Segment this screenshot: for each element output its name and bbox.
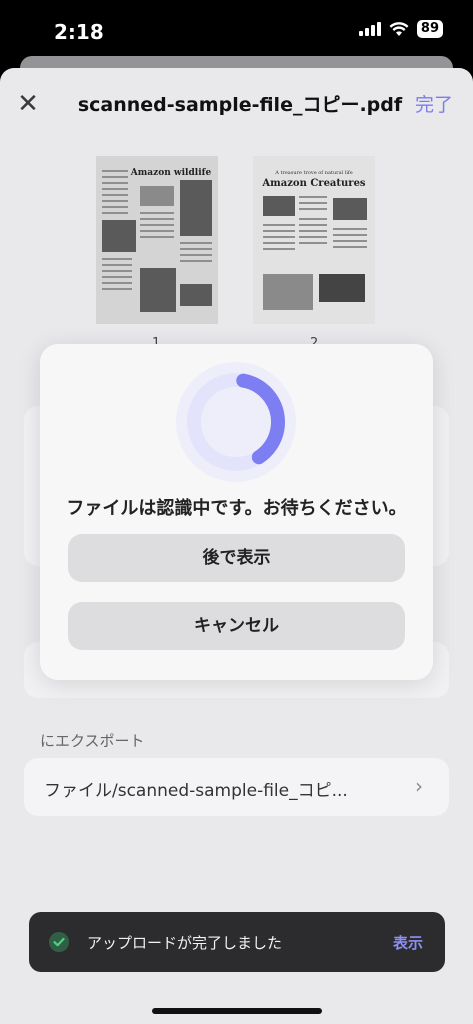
toast-view-button[interactable]: 表示	[393, 932, 423, 953]
status-time: 2:18	[54, 20, 104, 44]
battery-indicator: 89	[416, 20, 443, 38]
home-indicator[interactable]	[152, 1008, 322, 1014]
cellular-signal-icon	[358, 22, 381, 36]
dialog-message: ファイルは認識中です。お待ちください。	[66, 498, 407, 519]
upload-toast: アップロードが完了しました 表示	[29, 912, 445, 972]
page-thumbnail-subtitle: A treasure trove of natural life	[275, 170, 353, 176]
page-thumbnail-1[interactable]: Amazon wildlife	[96, 156, 218, 324]
page-thumbnail-title: Amazon Creatures	[262, 178, 366, 189]
status-icons: 89	[358, 20, 443, 38]
status-bar: 2:18 89	[0, 0, 473, 62]
wifi-icon	[389, 21, 409, 36]
page-thumbnail-2[interactable]: A treasure trove of natural life Amazon …	[253, 156, 375, 324]
chevron-right-icon: ›	[415, 774, 423, 798]
page-thumbnail-title: Amazon wildlife	[130, 168, 212, 178]
checkmark-icon	[49, 932, 69, 952]
recognition-dialog: ファイルは認識中です。お待ちください。 後で表示 キャンセル	[40, 344, 433, 680]
export-section-label: にエクスポート	[40, 732, 145, 750]
export-path: ファイル/scanned-sample-file_コピ...	[44, 781, 348, 801]
close-button[interactable]: ✕	[14, 90, 42, 118]
done-button[interactable]: 完了	[415, 90, 453, 117]
progress-spinner	[176, 362, 296, 482]
cancel-button[interactable]: キャンセル	[68, 602, 405, 650]
view-later-button[interactable]: 後で表示	[68, 534, 405, 582]
page-title: scanned-sample-file_コピー.pdf	[77, 94, 403, 116]
export-destination-row[interactable]: ファイル/scanned-sample-file_コピ... ›	[24, 758, 449, 816]
toast-message: アップロードが完了しました	[87, 934, 283, 952]
